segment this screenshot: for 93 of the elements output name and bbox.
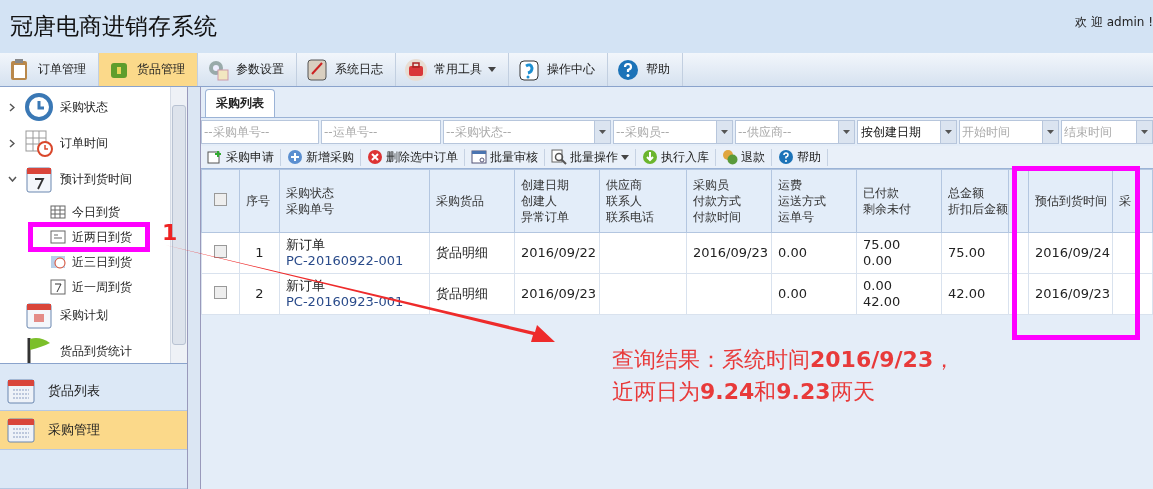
table-cell: 新订单 PC-20160922-001 [286,237,404,269]
tree-item[interactable]: 采购计划 [6,297,108,333]
tree-item[interactable]: 订单时间 [6,125,108,161]
download-icon [642,149,658,165]
clock-icon [24,92,54,122]
checkbox[interactable] [214,286,227,299]
dropdown-arrow-icon [1047,130,1054,134]
add-icon [287,149,303,165]
calendar-clock-icon [24,128,54,158]
toolbar-button[interactable]: 退款 [716,148,772,166]
checkbox[interactable] [214,245,227,258]
tree-item[interactable]: 近一周到货 [50,277,132,297]
column-header: 总金额 折扣后金额 [948,185,1008,217]
column-header: 供应商 联系人 联系电话 [606,177,654,225]
table-cell: 2016/09/22 [521,245,596,261]
dropdown-arrow-icon [721,130,728,134]
tree-item[interactable]: 采购状态 [6,89,108,125]
toolbar-button[interactable]: 采购申请 [201,148,281,166]
toolbar-button[interactable]: 批量操作 [545,148,636,166]
column-header: 运费 运送方式 运单号 [778,177,826,225]
filter-field[interactable]: 按创建日期 [857,120,957,144]
column-header: 预估到货时间 [1035,193,1107,209]
column-header: 采购货品 [436,193,484,209]
calendar-icon [6,416,36,444]
step-number: 1 [162,220,178,245]
toolbar-button[interactable]: 新增采购 [281,148,361,166]
annotation-note: 近两日为9.24和9.23两天 [612,378,876,406]
log-book-icon [305,57,329,82]
expand-chevron-icon [9,138,15,148]
table-cell: 75.00 [948,245,986,261]
nav-button[interactable]: 帮助 [608,53,683,86]
dropdown-arrow-icon [945,130,952,134]
table-cell: 2016/09/24 [1035,245,1110,261]
tree-item[interactable]: 预计到货时间 [6,161,132,197]
tab[interactable]: 采购列表 [205,89,275,117]
help-icon [778,149,794,165]
table-cell: 1 [255,245,264,261]
nav-button[interactable]: 参数设置 [198,53,297,86]
grid-icon [50,204,66,220]
nav-button[interactable]: 系统日志 [297,53,396,86]
card-icon [50,229,66,245]
table-cell: 货品明细 [436,245,488,261]
expand-chevron-icon [9,102,15,112]
clock-icon [50,254,66,270]
tree-item[interactable]: 今日到货 [50,202,120,222]
welcome-text: 欢 迎 admin ! [1075,14,1153,31]
table-cell: 0.00 42.00 [863,278,901,310]
table-cell: 75.00 0.00 [863,237,901,269]
table-cell: 42.00 [948,286,986,302]
dropdown-arrow-icon [599,130,606,134]
dropdown-arrow-icon [1141,130,1148,134]
accordion-item[interactable]: 采购管理 [0,411,188,450]
table-cell: 2016/09/23 [693,245,768,261]
table-cell: 2016/09/23 [521,286,596,302]
table-cell: 0.00 [778,286,807,302]
help-icon [616,57,640,82]
annotation-note: 查询结果：系统时间2016/9/23， [612,346,956,374]
column-header: 采 [1119,193,1131,209]
table-cell: 0.00 [778,245,807,261]
add-document-icon [207,149,223,165]
column-header: 采购员 付款方式 付款时间 [693,177,741,225]
nav-button[interactable]: 货品管理 [99,53,198,86]
table-cell: 货品明细 [436,286,488,302]
toolbar-button[interactable]: 帮助 [772,148,828,166]
tree-item[interactable]: 近三日到货 [50,252,132,272]
nav-button[interactable]: 订单管理 [0,53,99,86]
review-icon [471,149,487,165]
delete-icon [367,149,383,165]
table-cell: 2016/09/23 [1035,286,1110,302]
app-title: 冠唐电商进销存系统 [10,12,217,41]
column-header: 创建日期 创建人 异常订单 [521,177,569,225]
column-header: 已付款 剩余未付 [863,185,911,217]
nav-button[interactable]: 常用工具 [396,53,509,86]
toolbar-button[interactable]: 删除选中订单 [361,148,465,166]
calendar-icon [6,377,36,405]
toolbar-button[interactable]: 执行入库 [636,148,716,166]
calendar-icon [24,300,54,330]
search-icon [551,149,567,165]
tree-item[interactable]: 近两日到货 [50,227,132,247]
toolbox-icon [404,57,428,82]
calendar-icon [50,279,66,295]
table-cell: 2 [255,286,264,302]
column-header: 采购状态 采购单号 [286,185,334,217]
calendar-icon [24,164,54,194]
toolbar-button[interactable]: 批量审核 [465,148,545,166]
tree-item[interactable]: 货品到货统计 [6,333,132,363]
collapse-chevron-icon [7,176,17,182]
column-header: 序号 [246,193,270,209]
splitter-bar[interactable] [187,87,201,489]
coins-icon [722,149,738,165]
dropdown-arrow-icon [843,130,850,134]
nav-button[interactable]: 操作中心 [509,53,608,86]
checkbox[interactable] [214,193,227,206]
